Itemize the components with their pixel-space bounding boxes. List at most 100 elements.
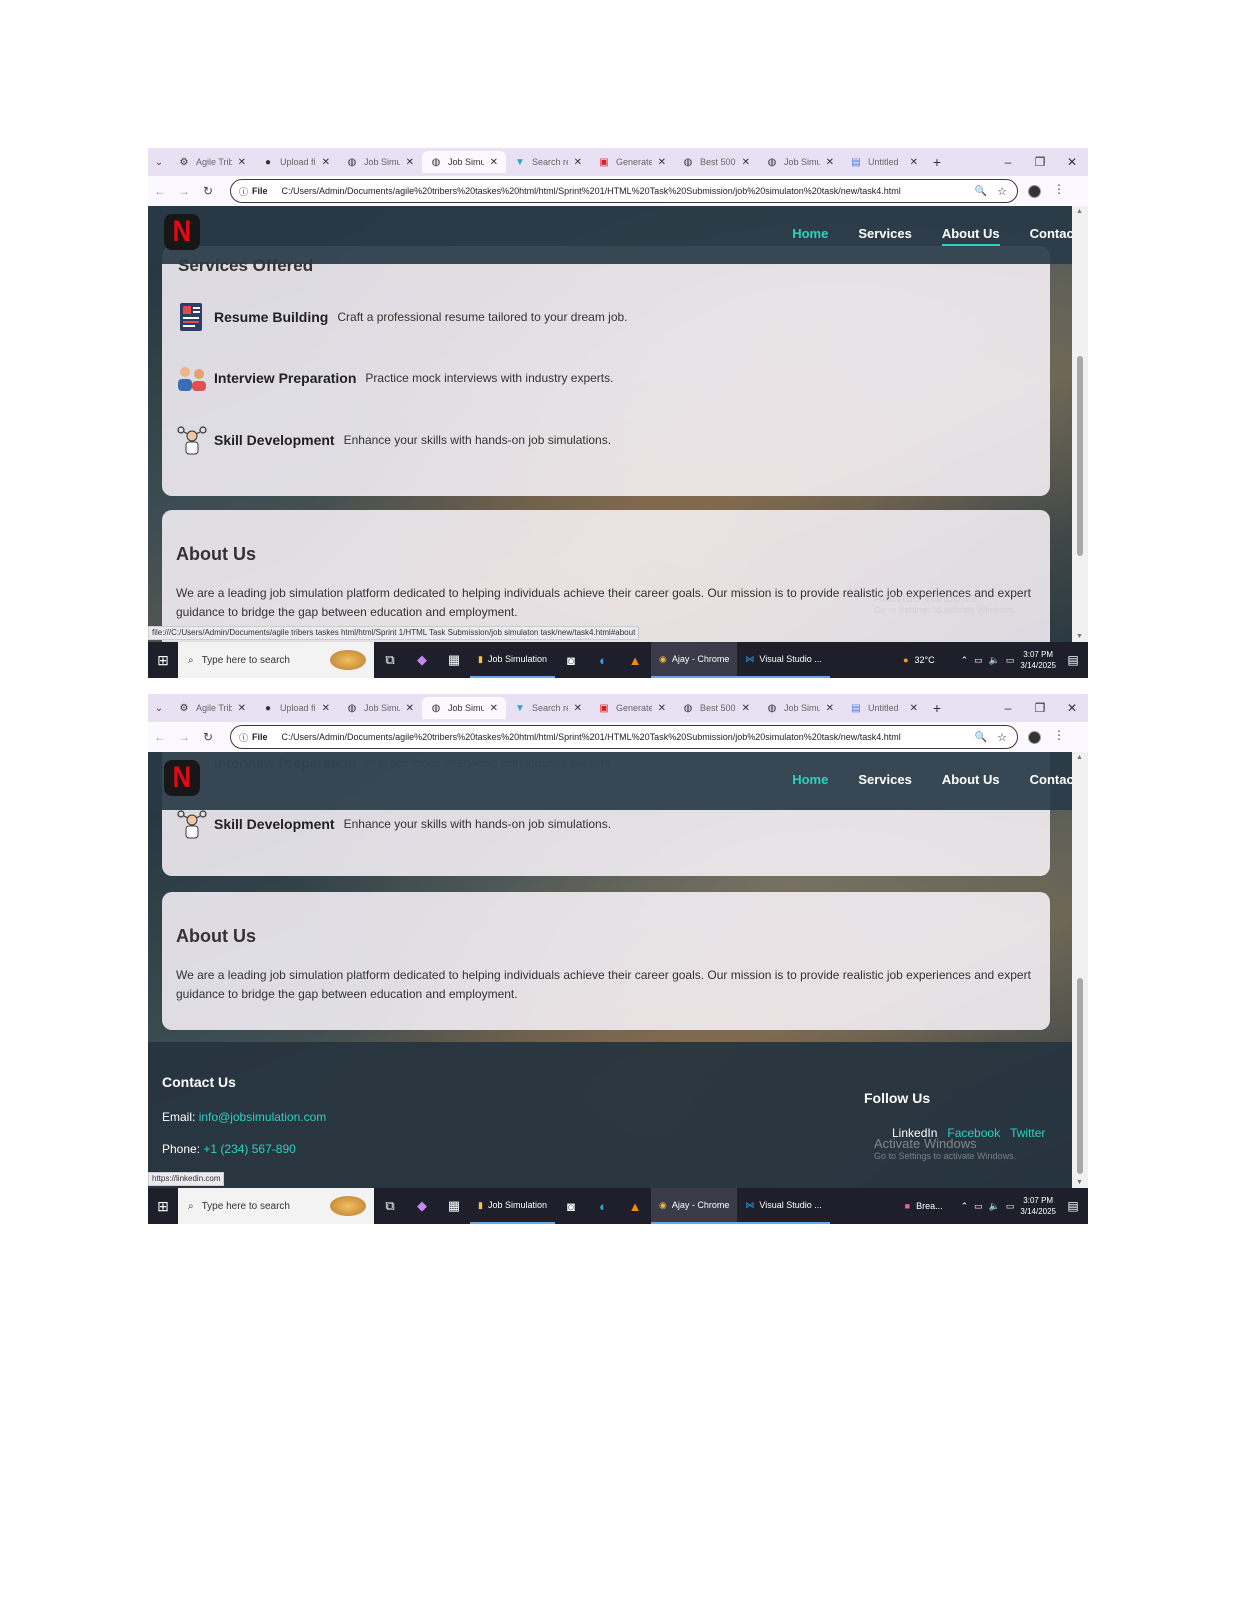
page-scrollbar[interactable]: ▲ ▼ xyxy=(1072,206,1088,642)
taskbar-app-chrome[interactable]: ◉ Ajay - Chrome xyxy=(651,642,738,678)
star-icon[interactable]: ☆ xyxy=(997,185,1007,198)
tab-search-dropdown[interactable]: ⌄ xyxy=(148,703,170,714)
vlc-icon[interactable]: ▲ xyxy=(619,1199,651,1214)
close-icon[interactable]: ✕ xyxy=(826,157,834,168)
battery-icon[interactable]: ▭ xyxy=(1006,655,1015,666)
new-tab-button[interactable]: + xyxy=(926,154,948,170)
close-icon[interactable]: ✕ xyxy=(910,703,918,714)
scroll-up-icon[interactable]: ▲ xyxy=(1076,208,1083,215)
minimize-icon[interactable]: – xyxy=(992,155,1024,169)
close-icon[interactable]: ✕ xyxy=(910,157,918,168)
profile-avatar[interactable] xyxy=(1028,731,1041,744)
browser-tab[interactable]: ▤ Untitled ✕ xyxy=(842,697,926,719)
scroll-thumb[interactable] xyxy=(1077,356,1083,556)
browser-tab-active[interactable]: ◍ Job Simu ✕ xyxy=(422,151,506,173)
reload-icon[interactable]: ↻ xyxy=(196,730,220,744)
tray-chevron-icon[interactable]: ⌃ xyxy=(961,655,969,666)
close-icon[interactable]: ✕ xyxy=(322,703,330,714)
edge-icon[interactable]: ◐ xyxy=(587,653,619,668)
netflix-logo[interactable]: N xyxy=(164,214,200,250)
browser-tab[interactable]: ◍ Job Simu ✕ xyxy=(338,151,422,173)
email-link[interactable]: info@jobsimulation.com xyxy=(199,1110,327,1124)
close-icon[interactable]: ✕ xyxy=(826,703,834,714)
scroll-down-icon[interactable]: ▼ xyxy=(1076,633,1083,640)
browser-tab[interactable]: ◍ Job Simu ✕ xyxy=(758,151,842,173)
task-view-icon[interactable]: ⧉ xyxy=(374,652,406,668)
taskbar-app-vscode[interactable]: ⋈ Visual Studio ... xyxy=(737,1188,830,1224)
info-icon[interactable]: ⓘ xyxy=(239,185,248,198)
camera-icon[interactable]: ◙ xyxy=(555,1199,587,1214)
copilot-icon[interactable]: ◆ xyxy=(406,652,438,668)
close-icon[interactable]: ✕ xyxy=(490,703,498,714)
address-bar[interactable]: ⓘ File C:/Users/Admin/Documents/agile%20… xyxy=(230,179,1018,203)
scroll-thumb[interactable] xyxy=(1077,978,1083,1174)
forward-icon[interactable]: → xyxy=(172,184,196,198)
browser-tab[interactable]: ▼ Search re ✕ xyxy=(506,151,590,173)
browser-tab[interactable]: ⚙ Agile Trib ✕ xyxy=(170,151,254,173)
nav-contact[interactable]: Contact xyxy=(1030,772,1072,787)
clock[interactable]: 3:07 PM 3/14/2025 xyxy=(1020,1195,1056,1217)
close-icon[interactable]: ✕ xyxy=(238,157,246,168)
close-icon[interactable]: ✕ xyxy=(658,157,666,168)
clock[interactable]: 3:07 PM 3/14/2025 xyxy=(1020,649,1056,671)
minimize-icon[interactable]: – xyxy=(992,701,1024,715)
browser-tab[interactable]: ▣ Generate ✕ xyxy=(590,151,674,173)
browser-tab-active[interactable]: ◍ Job Simu ✕ xyxy=(422,697,506,719)
nav-about[interactable]: About Us xyxy=(942,772,1000,787)
zoom-icon[interactable]: 🔍 xyxy=(975,186,987,197)
camera-icon[interactable]: ◙ xyxy=(555,653,587,668)
taskbar-search[interactable]: ⌕ Type here to search xyxy=(178,642,374,678)
browser-tab[interactable]: ◍ Best 500 ✕ xyxy=(674,151,758,173)
nav-home[interactable]: Home xyxy=(792,772,828,787)
browser-tab[interactable]: ● Upload fi ✕ xyxy=(254,151,338,173)
browser-tab[interactable]: ▼ Search re ✕ xyxy=(506,697,590,719)
close-icon[interactable]: ✕ xyxy=(574,157,582,168)
nav-services[interactable]: Services xyxy=(858,772,912,787)
url-text[interactable]: C:/Users/Admin/Documents/agile%20tribers… xyxy=(282,732,982,742)
task-view-icon[interactable]: ⧉ xyxy=(374,1198,406,1214)
close-icon[interactable]: ✕ xyxy=(406,157,414,168)
netflix-logo[interactable]: N xyxy=(164,760,200,796)
close-icon[interactable]: ✕ xyxy=(322,157,330,168)
browser-tab[interactable]: ◍ Job Simu ✕ xyxy=(758,697,842,719)
back-icon[interactable]: ← xyxy=(148,184,172,198)
notification-icon[interactable]: ▤ xyxy=(1062,649,1084,671)
volume-icon[interactable]: 🔈 xyxy=(989,655,1000,666)
volume-icon[interactable]: 🔈 xyxy=(989,1201,1000,1212)
nav-services[interactable]: Services xyxy=(858,226,912,246)
back-icon[interactable]: ← xyxy=(148,730,172,744)
browser-tab[interactable]: ▣ Generate ✕ xyxy=(590,697,674,719)
browser-tab[interactable]: ● Upload fi ✕ xyxy=(254,697,338,719)
vlc-icon[interactable]: ▲ xyxy=(619,653,651,668)
news-icon[interactable]: ■ xyxy=(905,1201,910,1211)
zoom-icon[interactable]: 🔍 xyxy=(975,732,987,743)
close-icon[interactable]: ✕ xyxy=(238,703,246,714)
calendar-icon[interactable]: ▦ xyxy=(438,652,470,668)
info-icon[interactable]: ⓘ xyxy=(239,731,248,744)
news-widget[interactable]: Brea... xyxy=(916,1201,943,1211)
close-icon[interactable]: ✕ xyxy=(742,157,750,168)
close-window-icon[interactable]: ✕ xyxy=(1056,701,1088,715)
address-bar[interactable]: ⓘ File C:/Users/Admin/Documents/agile%20… xyxy=(230,725,1018,749)
url-text[interactable]: C:/Users/Admin/Documents/agile%20tribers… xyxy=(282,186,982,196)
close-icon[interactable]: ✕ xyxy=(574,703,582,714)
nav-contact[interactable]: Contact xyxy=(1030,226,1072,246)
taskbar-app-files[interactable]: ▮ Job Simulation xyxy=(470,642,555,678)
restore-icon[interactable]: ❐ xyxy=(1024,701,1056,715)
tray-chevron-icon[interactable]: ⌃ xyxy=(961,1201,969,1212)
windows-start-icon[interactable]: ⊞ xyxy=(148,1198,178,1215)
scroll-up-icon[interactable]: ▲ xyxy=(1076,754,1083,761)
taskbar-app-vscode[interactable]: ⋈ Visual Studio ... xyxy=(737,642,830,678)
browser-tab[interactable]: ⚙ Agile Trib ✕ xyxy=(170,697,254,719)
battery-icon[interactable]: ▭ xyxy=(1006,1201,1015,1212)
copilot-icon[interactable]: ◆ xyxy=(406,1198,438,1214)
close-icon[interactable]: ✕ xyxy=(658,703,666,714)
weather-icon[interactable]: ● xyxy=(903,655,908,665)
page-scrollbar[interactable]: ▲ ▼ xyxy=(1072,752,1088,1188)
close-icon[interactable]: ✕ xyxy=(406,703,414,714)
kebab-menu-icon[interactable]: ⋮ xyxy=(1053,182,1065,196)
forward-icon[interactable]: → xyxy=(172,730,196,744)
reload-icon[interactable]: ↻ xyxy=(196,184,220,198)
phone-link[interactable]: +1 (234) 567-890 xyxy=(203,1142,295,1156)
nav-about[interactable]: About Us xyxy=(941,226,1000,246)
